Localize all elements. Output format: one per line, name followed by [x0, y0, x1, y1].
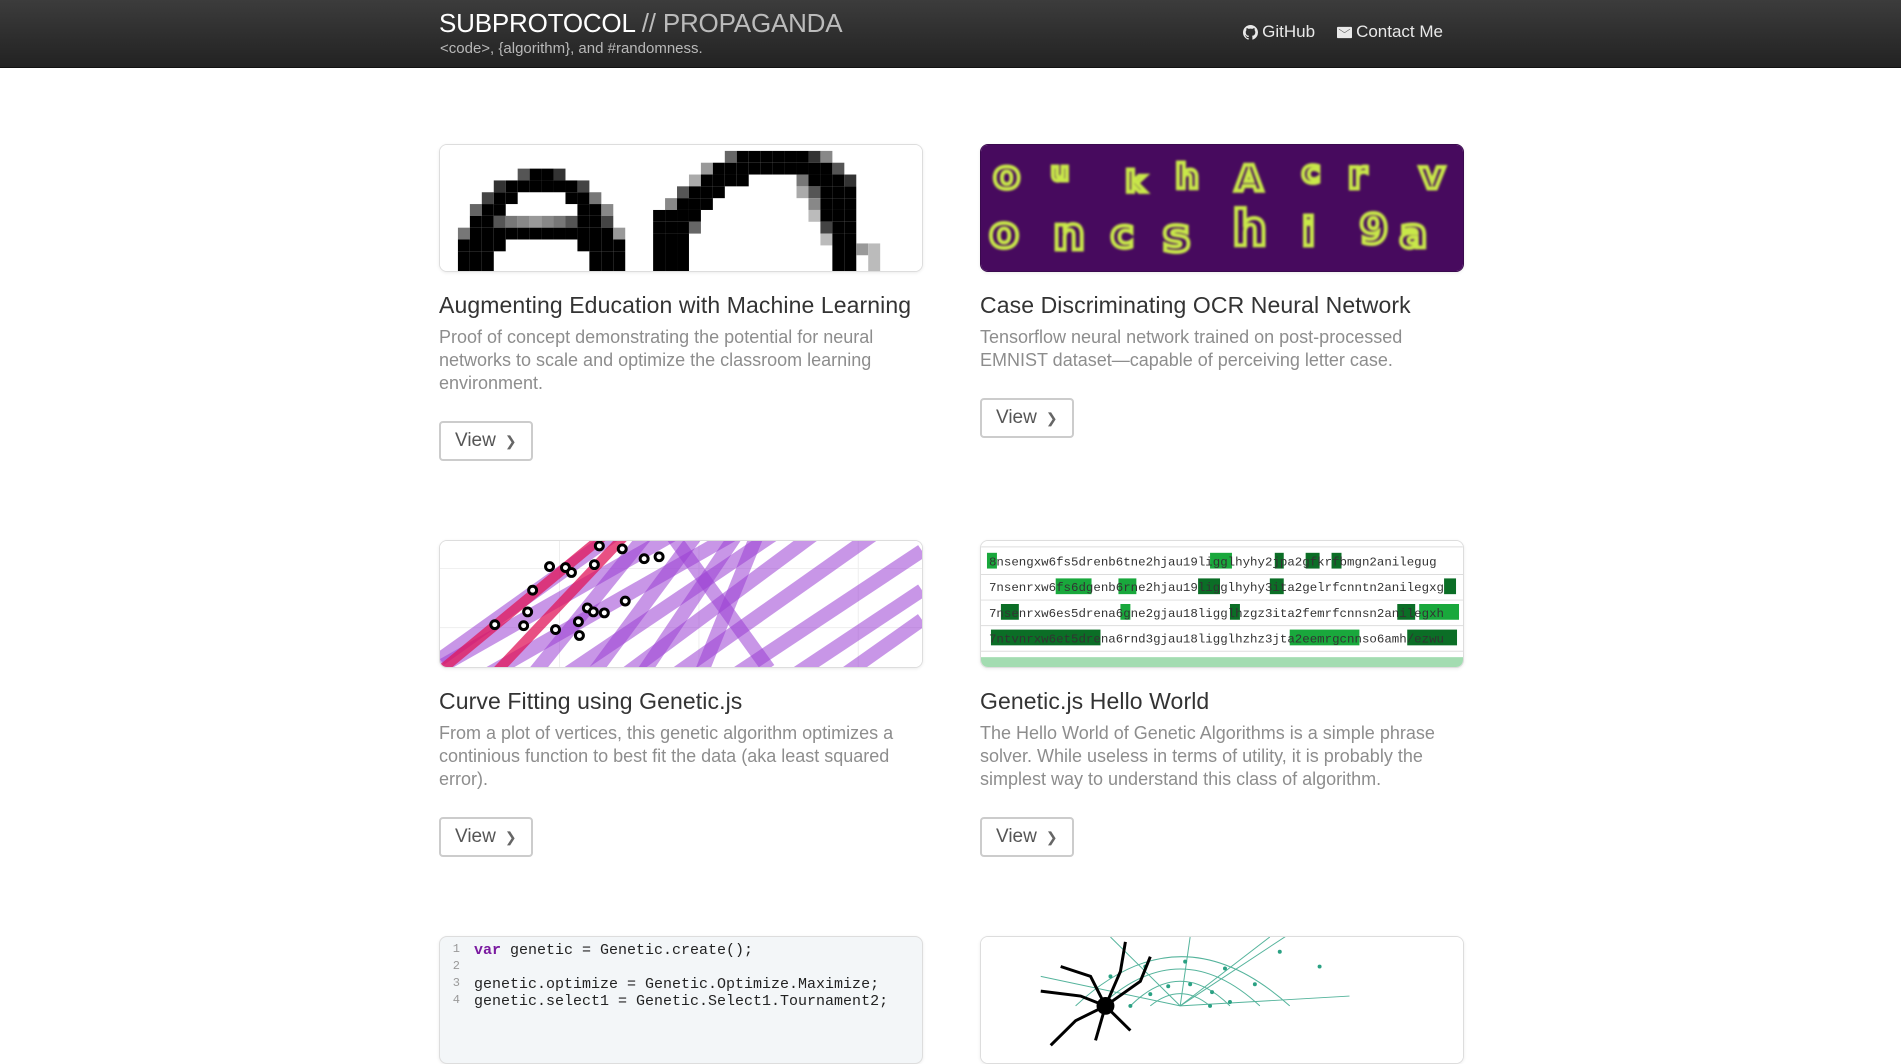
project-card: Augmenting Education with Machine Learni…: [439, 144, 923, 461]
line-number: 4: [452, 993, 460, 1007]
brand-main: SUBPROTOCOL: [439, 8, 635, 38]
code-line: 2: [440, 959, 922, 976]
project-thumbnail-hello-world[interactable]: 8nsengxw6fs5drenb6tne2hjau19ligglhyhy2jp…: [980, 540, 1464, 668]
project-card: Curve Fitting using Genetic.js From a pl…: [439, 540, 923, 857]
chevron-right-icon: ❯: [504, 432, 517, 449]
ocr-glyph: h: [1175, 157, 1199, 196]
phrase-line: 7nsenrxw6es5drena6gne2gjau18ligglhzgz3it…: [989, 607, 1444, 621]
line-number: 2: [452, 959, 460, 973]
project-card: 1 var genetic = Genetic.create(); 2 3 ge…: [439, 936, 923, 1064]
ocr-glyph: i: [1302, 210, 1316, 256]
ocr-glyph: v: [1419, 153, 1445, 199]
brand-sub: PROPAGANDA: [662, 8, 843, 38]
project-description: From a plot of vertices, this genetic al…: [439, 723, 894, 789]
top-nav: GitHub Contact Me: [1243, 22, 1443, 42]
view-button-label: View: [455, 430, 496, 451]
code-line: 4 genetic.select1 = Genetic.Select1.Tour…: [440, 993, 922, 1010]
code-text: genetic.optimize = Genetic.Optimize.Maxi…: [474, 976, 880, 993]
ocr-glyph: o: [989, 209, 1019, 259]
code-keyword: var: [474, 942, 502, 959]
project-title[interactable]: Augmenting Education with Machine Learni…: [439, 291, 923, 319]
envelope-icon: [1337, 26, 1353, 38]
phrase-solver-image: 8nsengxw6fs5drenb6tne2hjau19ligglhyhy2jp…: [981, 541, 1463, 667]
code-snippet: 1 var genetic = Genetic.create(); 2 3 ge…: [440, 937, 922, 1010]
top-navbar: SUBPROTOCOL // PROPAGANDA <code>, {algor…: [0, 0, 1901, 68]
chevron-right-icon: ❯: [1045, 828, 1058, 845]
site-tagline: <code>, {algorithm}, and #randomness.: [440, 40, 703, 57]
project-description: Proof of concept demonstrating the poten…: [439, 327, 874, 393]
brand-separator: //: [634, 8, 663, 38]
ocr-glyph: o: [993, 153, 1020, 199]
project-thumbnail-code[interactable]: 1 var genetic = Genetic.create(); 2 3 ge…: [439, 936, 923, 1064]
nav-github-label: GitHub: [1262, 22, 1316, 41]
phrase-line: 7ntvnrxw6et5drena6rnd3gjau18ligglhzhz3jt…: [989, 632, 1444, 646]
project-title[interactable]: Genetic.js Hello World: [980, 687, 1464, 715]
chevron-right-icon: ❯: [1045, 409, 1058, 426]
view-button-label: View: [996, 826, 1037, 847]
phrase-line: 7nsenrxw6fs6dgenb6rne2hjau19ligglhyhy3it…: [989, 581, 1444, 595]
ocr-glyph: c: [1110, 212, 1134, 258]
project-title[interactable]: Curve Fitting using Genetic.js: [439, 687, 923, 715]
view-button-label: View: [996, 407, 1037, 428]
ocr-glyph-image: o u k h A c r v o n c s h i 9 a: [981, 145, 1463, 271]
site-brand[interactable]: SUBPROTOCOL // PROPAGANDA: [439, 8, 843, 38]
curve-fit-plot-image: [440, 541, 922, 667]
project-thumbnail-education[interactable]: [439, 144, 923, 272]
project-card: [980, 936, 1464, 1064]
project-description: Tensorflow neural network trained on pos…: [980, 327, 1403, 370]
github-icon: [1243, 24, 1259, 40]
nav-contact-label: Contact Me: [1356, 22, 1443, 41]
project-description: The Hello World of Genetic Algorithms is…: [980, 723, 1435, 789]
pixel-glyph-image: [440, 145, 922, 271]
code-text: genetic.select1 = Genetic.Select1.Tourna…: [474, 993, 889, 1010]
ocr-glyph: h: [1232, 200, 1267, 258]
spider-web-image: [981, 937, 1463, 1063]
ocr-glyph: 9: [1359, 205, 1388, 254]
project-thumbnail-spider-web[interactable]: [980, 936, 1464, 1064]
project-title[interactable]: Case Discriminating OCR Neural Network: [980, 291, 1464, 319]
view-button-label: View: [455, 826, 496, 847]
project-thumbnail-ocr[interactable]: o u k h A c r v o n c s h i 9 a: [980, 144, 1464, 272]
project-thumbnail-curve-fitting[interactable]: [439, 540, 923, 668]
ocr-glyph: c: [1302, 155, 1321, 191]
view-button[interactable]: View ❯: [980, 398, 1074, 438]
code-line: 1 var genetic = Genetic.create();: [440, 942, 922, 959]
ocr-glyph: s: [1162, 209, 1190, 264]
ocr-glyph: n: [1053, 208, 1086, 261]
nav-contact-link[interactable]: Contact Me: [1337, 22, 1443, 42]
ocr-glyph: r: [1347, 153, 1367, 199]
phrase-line: 8nsengxw6fs5drenb6tne2hjau19ligglhyhy2jp…: [989, 556, 1437, 570]
chevron-right-icon: ❯: [504, 828, 517, 845]
line-number: 1: [452, 942, 460, 956]
project-card: 8nsengxw6fs5drenb6tne2hjau19ligglhyhy2jp…: [980, 540, 1464, 857]
ocr-glyph: k: [1125, 165, 1146, 200]
view-button[interactable]: View ❯: [439, 817, 533, 857]
ocr-glyph: A: [1235, 158, 1263, 199]
project-card: o u k h A c r v o n c s h i 9 a Case Dis…: [980, 144, 1464, 438]
code-text: genetic = Genetic.create();: [501, 942, 754, 959]
code-line: 3 genetic.optimize = Genetic.Optimize.Ma…: [440, 976, 922, 993]
view-button[interactable]: View ❯: [439, 421, 533, 461]
view-button[interactable]: View ❯: [980, 817, 1074, 857]
ocr-glyph: u: [1051, 158, 1069, 188]
ocr-glyph: a: [1399, 209, 1427, 258]
nav-github-link[interactable]: GitHub: [1243, 22, 1315, 42]
line-number: 3: [452, 976, 460, 990]
